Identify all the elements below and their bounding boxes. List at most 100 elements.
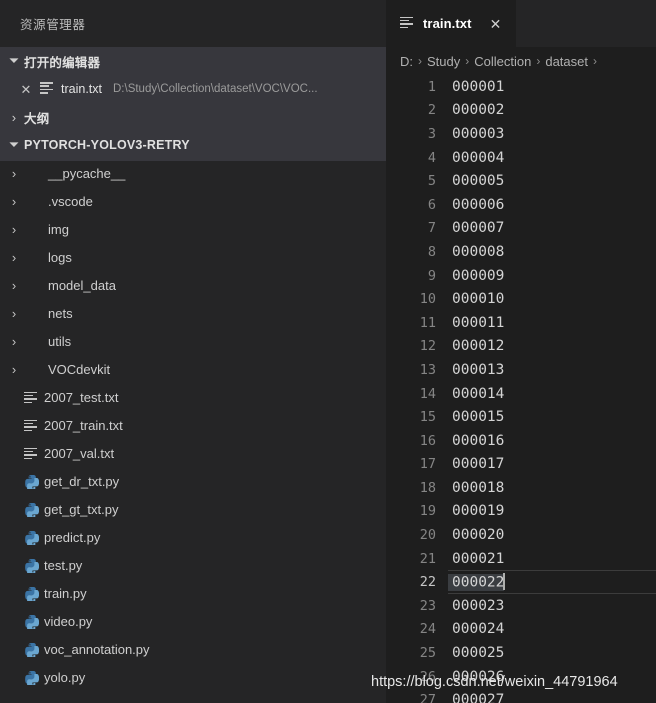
chevron-down-icon[interactable]: ⏷ [4,137,24,153]
code-text[interactable]: 000018 [448,480,504,496]
code-line[interactable]: 6 000006 [386,193,656,217]
code-line[interactable]: 8 000008 [386,240,656,264]
tree-item-train-py[interactable]: train.py [0,579,386,607]
code-text[interactable]: 000012 [448,338,504,354]
code-text[interactable]: 000011 [448,315,504,331]
code-line[interactable]: 20 000020 [386,523,656,547]
code-line[interactable]: 9 000009 [386,264,656,288]
breadcrumb-segment[interactable]: dataset [545,54,588,69]
section-outline[interactable]: › 大纲 [0,103,386,131]
breadcrumb-segment[interactable]: Study [427,54,460,69]
code-text[interactable]: 000002 [448,102,504,118]
tree-item-predict-py[interactable]: predict.py [0,523,386,551]
code-text[interactable]: 000026 [448,669,504,685]
code-line[interactable]: 1 000001 [386,75,656,99]
code-text[interactable]: 000003 [448,126,504,142]
tree-item-yolo-py[interactable]: yolo.py [0,663,386,691]
code-line[interactable]: 21 000021 [386,547,656,571]
chevron-right-icon[interactable]: › [4,194,24,209]
code-text[interactable]: 000021 [448,551,504,567]
tree-item--vscode[interactable]: › .vscode [0,187,386,215]
tree-item-voc-annotation-py[interactable]: voc_annotation.py [0,635,386,663]
code-line[interactable]: 16 000016 [386,429,656,453]
code-line-active[interactable]: 22 000022 [386,570,656,595]
code-text[interactable]: 000027 [448,692,504,703]
tree-item-video-py[interactable]: video.py [0,607,386,635]
code-line[interactable]: 24 000024 [386,618,656,642]
code-text[interactable]: 000014 [448,386,504,402]
section-project-root[interactable]: ⏷ PYTORCH-YOLOV3-RETRY [0,131,386,159]
code-text[interactable]: 000013 [448,362,504,378]
chevron-right-icon[interactable]: › [4,222,24,237]
code-line[interactable]: 14 000014 [386,382,656,406]
tree-item-utils[interactable]: › utils [0,327,386,355]
code-line[interactable]: 25 000025 [386,641,656,665]
tree-item-img[interactable]: › img [0,215,386,243]
explorer-title: 资源管理器 [0,0,386,47]
tree-item-2007-train-txt[interactable]: 2007_train.txt [0,411,386,439]
tree-item-nets[interactable]: › nets [0,299,386,327]
tree-item-logs[interactable]: › logs [0,243,386,271]
breadcrumb[interactable]: D: › Study › Collection › dataset › [386,47,656,75]
tree-item-vocdevkit[interactable]: › VOCdevkit [0,355,386,383]
code-text[interactable]: 000010 [448,291,504,307]
code-line[interactable]: 13 000013 [386,358,656,382]
code-text[interactable]: 000020 [448,527,504,543]
code-line[interactable]: 7 000007 [386,217,656,241]
code-line[interactable]: 4 000004 [386,146,656,170]
code-line[interactable]: 19 000019 [386,500,656,524]
tree-item-model-data[interactable]: › model_data [0,271,386,299]
tree-item-2007-test-txt[interactable]: 2007_test.txt [0,383,386,411]
code-text[interactable]: 000023 [448,598,504,614]
tabbar-empty-space [516,0,656,47]
chevron-right-icon[interactable]: › [4,334,24,349]
code-line[interactable]: 15 000015 [386,405,656,429]
tree-item-test-py[interactable]: test.py [0,551,386,579]
text-cursor [503,572,506,590]
code-text[interactable]: 000019 [448,503,504,519]
chevron-right-icon[interactable]: › [4,250,24,265]
tree-item--pycache-[interactable]: › __pycache__ [0,159,386,187]
code-line[interactable]: 12 000012 [386,335,656,359]
close-icon[interactable]: ✕ [18,83,34,96]
code-line[interactable]: 23 000023 [386,594,656,618]
chevron-right-icon[interactable]: › [4,110,24,125]
code-line[interactable]: 17 000017 [386,453,656,477]
code-text[interactable]: 000015 [448,409,504,425]
breadcrumb-segment[interactable]: Collection [474,54,531,69]
tab-train-txt[interactable]: train.txt ✕ [386,0,516,47]
chevron-down-icon[interactable]: ⏷ [4,53,24,69]
tree-item-2007-val-txt[interactable]: 2007_val.txt [0,439,386,467]
code-area[interactable]: 1 000001 2 000002 3 000003 4 000004 5 000005 6 0000… [386,75,656,703]
code-text[interactable]: 000016 [448,433,504,449]
chevron-right-icon[interactable]: › [4,362,24,377]
chevron-right-icon[interactable]: › [4,278,24,293]
breadcrumb-segment[interactable]: D: [400,54,413,69]
code-text[interactable]: 000022 [448,572,506,591]
code-text[interactable]: 000009 [448,268,504,284]
open-editor-item-train-txt[interactable]: ✕ train.txt D:\Study\Collection\dataset\… [0,75,386,103]
code-text[interactable]: 000005 [448,173,504,189]
code-line[interactable]: 10 000010 [386,287,656,311]
code-text[interactable]: 000008 [448,244,504,260]
code-line[interactable]: 3 000003 [386,122,656,146]
chevron-right-icon[interactable]: › [4,166,24,181]
code-line[interactable]: 18 000018 [386,476,656,500]
code-text[interactable]: 000017 [448,456,504,472]
code-text[interactable]: 000007 [448,220,504,236]
code-text[interactable]: 000025 [448,645,504,661]
code-line[interactable]: 2 000002 [386,99,656,123]
tree-item-get-dr-txt-py[interactable]: get_dr_txt.py [0,467,386,495]
close-icon[interactable]: ✕ [490,17,502,31]
code-text[interactable]: 000024 [448,621,504,637]
code-text[interactable]: 000001 [448,79,504,95]
code-line[interactable]: 26 000026 [386,665,656,689]
tree-item-get-gt-txt-py[interactable]: get_gt_txt.py [0,495,386,523]
code-line[interactable]: 11 000011 [386,311,656,335]
chevron-right-icon[interactable]: › [4,306,24,321]
section-open-editors[interactable]: ⏷ 打开的编辑器 [0,47,386,75]
code-line[interactable]: 27 000027 [386,688,656,703]
code-line[interactable]: 5 000005 [386,169,656,193]
code-text[interactable]: 000004 [448,150,504,166]
code-text[interactable]: 000006 [448,197,504,213]
